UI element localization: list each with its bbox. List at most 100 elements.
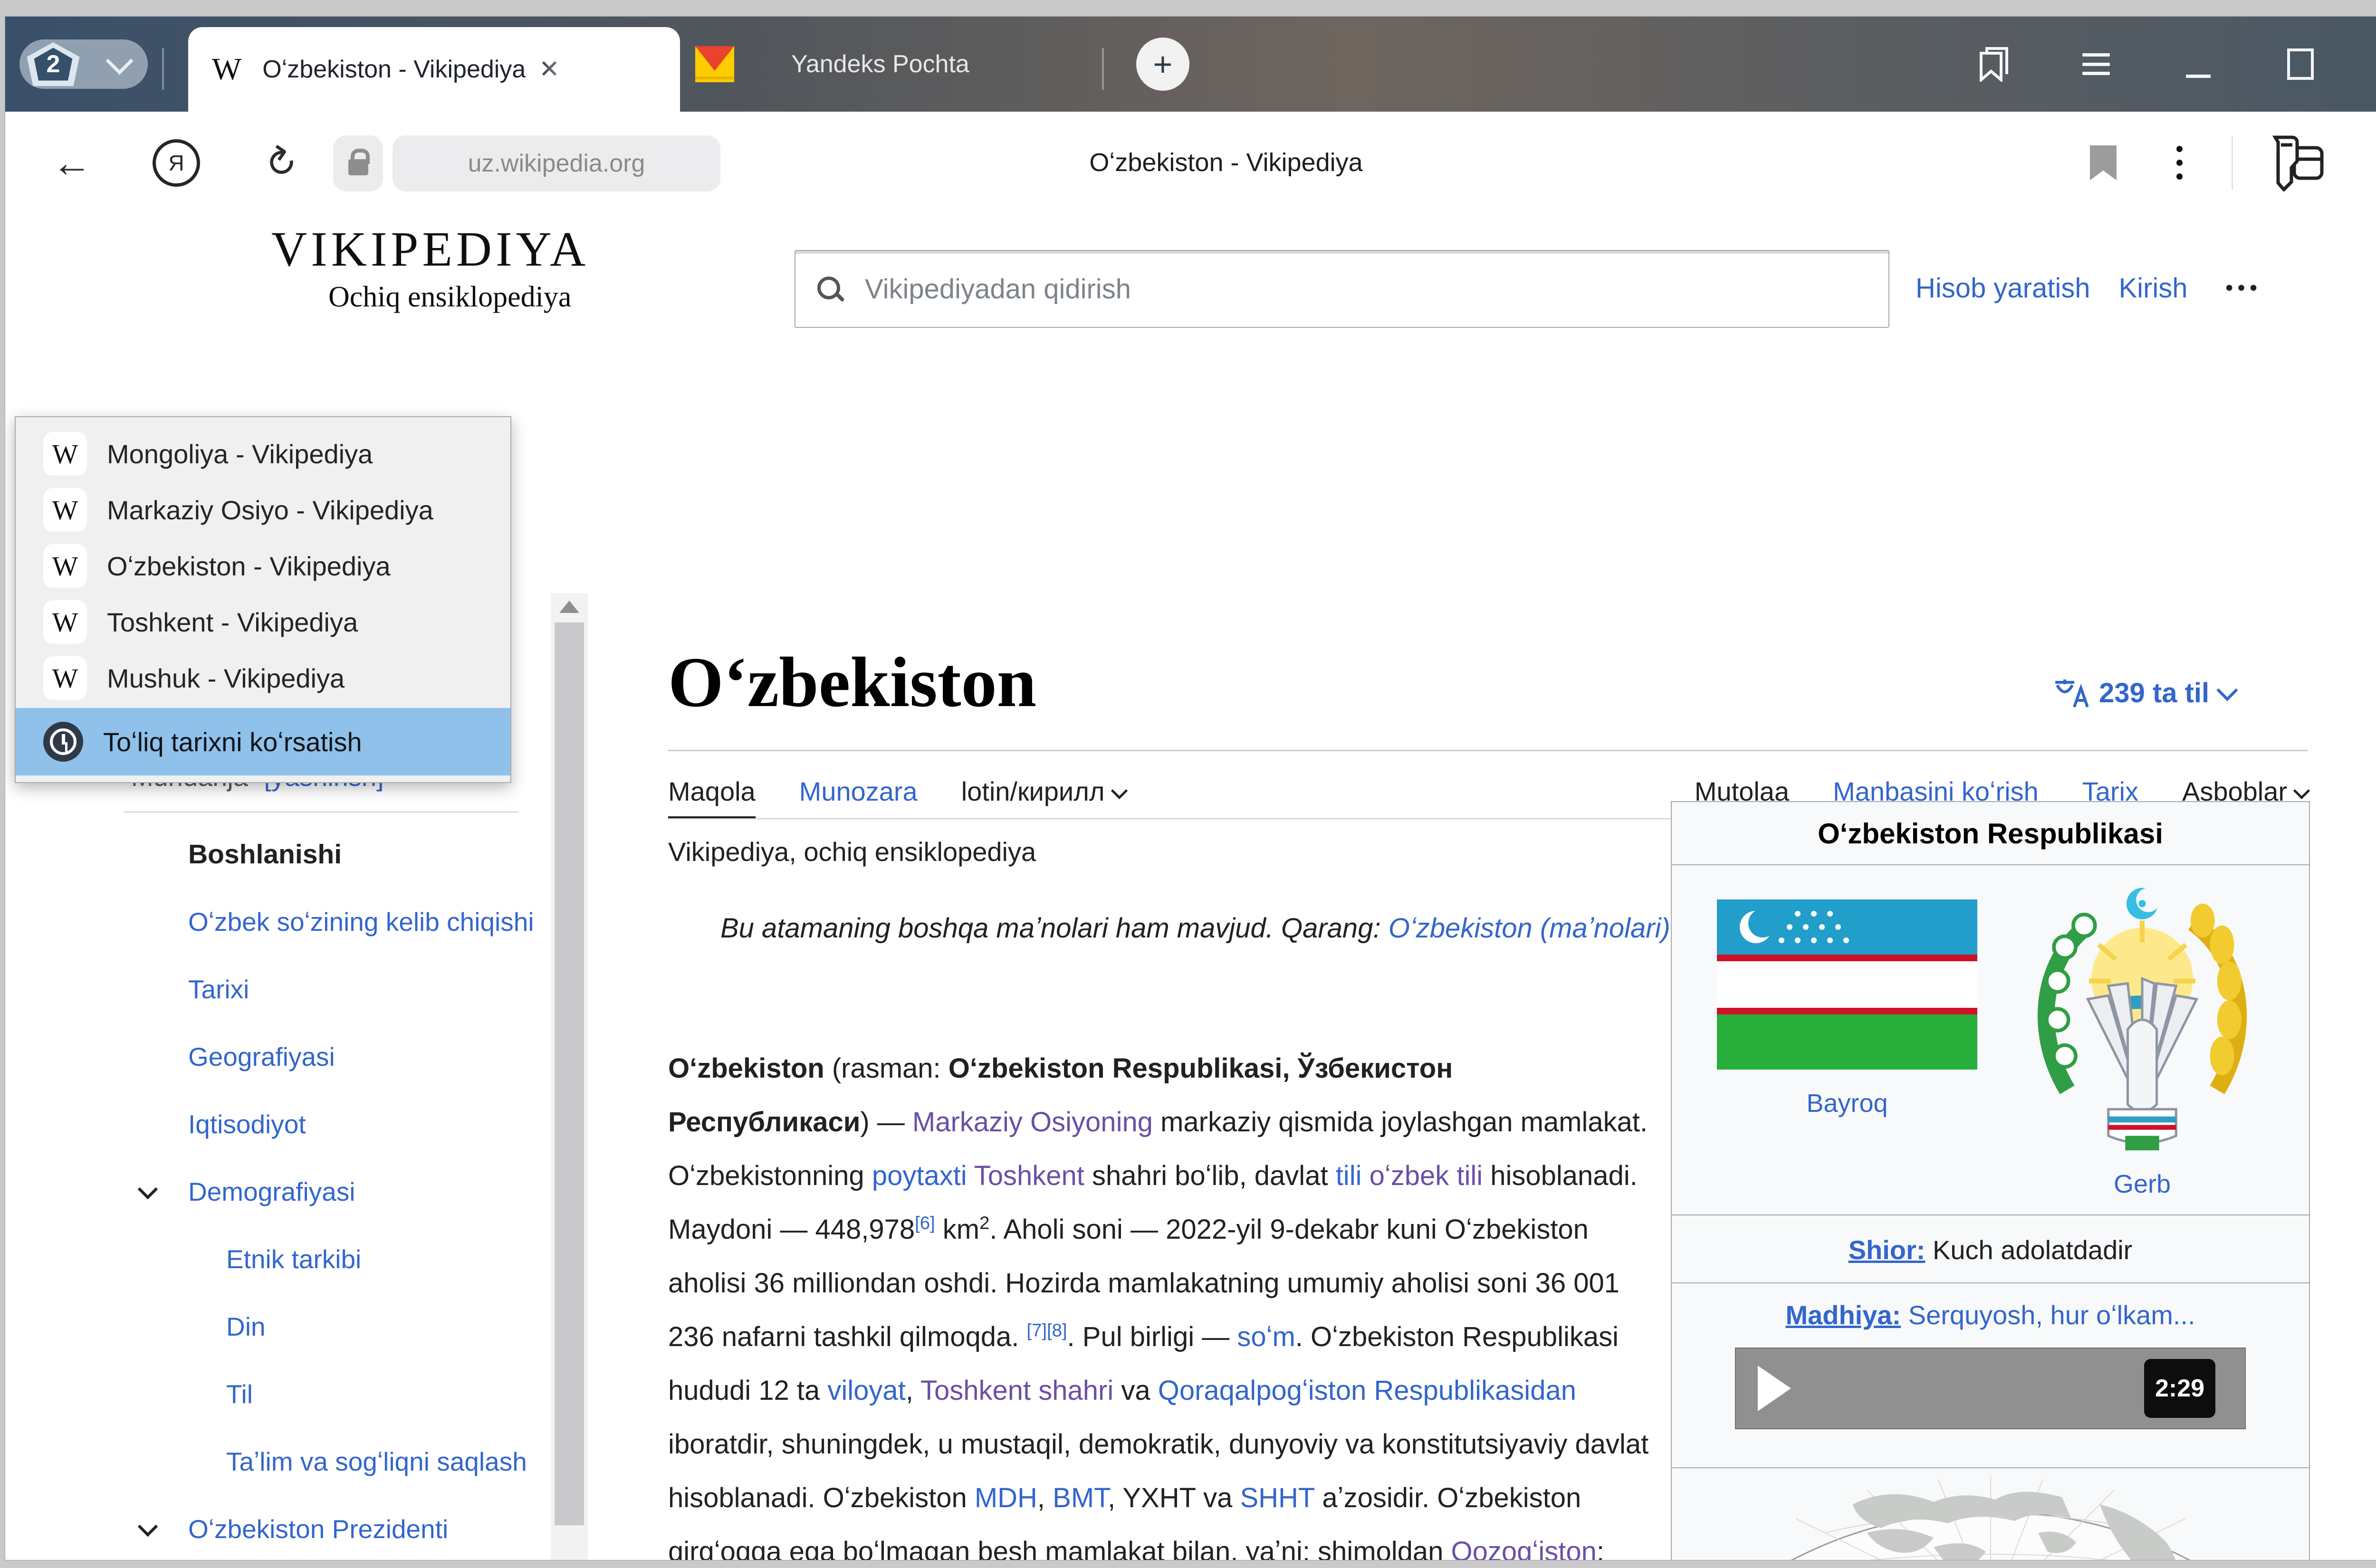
minimize-icon xyxy=(2186,75,2211,78)
article-tab[interactable]: Maqola xyxy=(668,776,756,807)
table-of-contents: Boshlanishi Oʻzbek soʻzining kelib chiqi… xyxy=(188,837,549,1560)
wikipedia-page: VIKIPEDIYA Ochiq ensiklopediya Vikipediy… xyxy=(5,214,2376,1560)
page-menu-button[interactable] xyxy=(2153,112,2205,214)
history-item[interactable]: W Oʻzbekiston - Vikipediya xyxy=(16,538,510,594)
plus-icon: + xyxy=(1153,45,1173,83)
uzbekistan-flag[interactable] xyxy=(1717,899,1977,1070)
toc-item[interactable]: Taʼlim va sogʻliqni saqlash xyxy=(226,1444,549,1479)
bookmark-page-button[interactable] xyxy=(2077,112,2129,214)
bookmarks-icon xyxy=(1978,47,2010,82)
toc-item[interactable]: Tarixi xyxy=(188,972,549,1006)
browser-menu-button[interactable] xyxy=(2070,17,2122,112)
toc-item[interactable]: Boshlanishi xyxy=(188,837,549,871)
tab-yandex-mail[interactable]: Yandeks Pochta xyxy=(685,17,1103,112)
motto-link[interactable]: Shior: xyxy=(1849,1235,1926,1265)
locator-globe-map[interactable] xyxy=(1710,1476,2271,1560)
anthem-title-link[interactable]: Serquyosh, hur oʻlkam... xyxy=(1901,1300,2195,1330)
wiki-search-box[interactable]: Vikipediyadan qidirish xyxy=(795,250,1889,328)
toc-item[interactable]: Oʻzbek soʻzining kelib chiqishi xyxy=(188,905,549,939)
maximize-icon xyxy=(2287,48,2314,80)
language-selector[interactable]: 239 ta til xyxy=(2053,677,2235,709)
history-clock-icon xyxy=(43,722,83,762)
emblem-caption[interactable]: Gerb xyxy=(2021,1169,2263,1199)
tab-title-fade xyxy=(542,41,599,98)
tab-count: 2 xyxy=(47,50,60,78)
new-tab-button[interactable]: + xyxy=(1136,38,1189,91)
lead-paragraph: Oʻzbekiston (rasman: Oʻzbekiston Respubl… xyxy=(668,1042,1659,1560)
chevron-down-icon xyxy=(1111,783,1127,799)
audio-duration-badge: 2:29 xyxy=(2144,1359,2215,1418)
maximize-button[interactable] xyxy=(2274,17,2327,112)
wikipedia-favicon: W xyxy=(212,51,241,87)
wikipedia-favicon: W xyxy=(43,656,87,700)
show-full-history-item[interactable]: Toʻliq tarixni koʻrsatish xyxy=(16,708,510,775)
site-subtitle: Vikipediya, ochiq ensiklopediya xyxy=(668,836,1036,867)
tab-active-wikipedia[interactable]: W Oʻzbekiston - Vikipediya ✕ xyxy=(188,27,680,112)
toc-item[interactable]: Etnik tarkibi xyxy=(226,1242,549,1276)
toc-item[interactable]: Til xyxy=(226,1377,549,1411)
scrollbar-up-arrow[interactable] xyxy=(559,601,579,613)
login-link[interactable]: Kirish xyxy=(2118,272,2187,304)
tab-counter-button[interactable]: 2 xyxy=(19,39,148,89)
scrollbar-thumb[interactable] xyxy=(555,622,584,1525)
anthem-link[interactable]: Madhiya: xyxy=(1785,1300,1901,1330)
download-icon xyxy=(2373,138,2376,188)
wikipedia-favicon: W xyxy=(43,544,87,588)
audio-player[interactable]: 2:29 xyxy=(1735,1348,2246,1429)
history-list: W Mongoliya - Vikipediya W Markaziy Osiy… xyxy=(16,417,510,706)
wikipedia-favicon: W xyxy=(43,488,87,532)
toc-scrollbar[interactable] xyxy=(551,593,588,1560)
create-account-link[interactable]: Hisob yaratish xyxy=(1916,272,2090,304)
toc-item[interactable]: Oʻzbekiston Prezidenti xyxy=(188,1512,549,1546)
article-tab[interactable]: lotin/кирилл xyxy=(961,776,1125,807)
password-manager-button[interactable] xyxy=(2258,112,2334,214)
history-item[interactable]: W Mushuk - Vikipediya xyxy=(16,650,510,706)
toc-item[interactable]: Demografiyasi xyxy=(188,1175,549,1209)
language-count: 239 ta til xyxy=(2099,677,2209,709)
minimize-button[interactable] xyxy=(2172,17,2224,112)
country-infobox: Oʻzbekiston Respublikasi Bayr xyxy=(1671,801,2310,1560)
more-options-icon[interactable]: ••• xyxy=(2226,276,2262,300)
history-item[interactable]: W Markaziy Osiyo - Vikipediya xyxy=(16,482,510,538)
bookmark-flag-icon xyxy=(2090,145,2117,181)
history-item[interactable]: W Mongoliya - Vikipediya xyxy=(16,426,510,482)
chevron-down-icon xyxy=(2216,679,2238,701)
infobox-images-row: Bayroq xyxy=(1672,865,2309,1214)
toc-item[interactable]: Din xyxy=(226,1310,549,1344)
title-rule xyxy=(668,750,2308,751)
languages-icon xyxy=(2053,678,2089,709)
wikipedia-wordmark: VIKIPEDIYA xyxy=(271,221,589,277)
browser-window: 2 W Oʻzbekiston - Vikipediya ✕ Yandeks P… xyxy=(5,16,2376,1560)
play-icon[interactable] xyxy=(1758,1366,1791,1411)
address-bar-history-dropdown: W Mongoliya - Vikipediya W Markaziy Osiy… xyxy=(15,416,511,783)
infobox-anthem-row: Madhiya: Serquyosh, hur oʻlkam... 2:29 xyxy=(1672,1282,2309,1448)
chevron-down-icon xyxy=(2293,783,2310,799)
yandex-mail-icon xyxy=(695,46,734,82)
show-full-history-label: Toʻliq tarixni koʻrsatish xyxy=(103,727,362,757)
history-item[interactable]: W Toshkent - Vikipediya xyxy=(16,594,510,650)
toolbar-separator xyxy=(2232,136,2233,190)
browser-toolbar: ← Я ↻ uz.wikipedia.org Oʻzbekiston - Vik… xyxy=(5,112,2376,214)
uzbekistan-emblem[interactable] xyxy=(2021,884,2263,1150)
toc-item[interactable]: Iqtisodiyot xyxy=(188,1107,549,1141)
page-title: Oʻzbekiston xyxy=(668,641,1036,723)
chevron-down-icon[interactable] xyxy=(138,1179,158,1199)
toc-item[interactable]: Geografiyasi xyxy=(188,1040,549,1074)
infobox-title: Oʻzbekiston Respublikasi xyxy=(1672,802,2309,865)
flag-caption[interactable]: Bayroq xyxy=(1717,1089,1977,1118)
wikipedia-favicon: W xyxy=(43,600,87,644)
bookmarks-panel-button[interactable] xyxy=(1968,17,2020,112)
infobox-motto-row: Shior: Kuch adolatdadir xyxy=(1672,1214,2309,1282)
wikipedia-tagline: Ochiq ensiklopediya xyxy=(328,280,589,314)
downloads-button[interactable] xyxy=(2362,112,2376,214)
wikipedia-logo[interactable]: VIKIPEDIYA Ochiq ensiklopediya xyxy=(271,221,589,314)
wikipedia-favicon: W xyxy=(43,432,87,476)
article-tab[interactable]: Munozara xyxy=(799,776,918,807)
tab-counter-shield: 2 xyxy=(25,41,81,87)
chevron-down-icon[interactable] xyxy=(138,1517,158,1537)
key-icon xyxy=(2265,134,2327,191)
tabbar-divider xyxy=(162,48,164,90)
tab-title: Oʻzbekiston - Vikipediya xyxy=(262,55,526,84)
chevron-down-icon[interactable] xyxy=(106,47,134,75)
toolbar-page-title[interactable]: Oʻzbekiston - Vikipediya xyxy=(5,112,2376,214)
